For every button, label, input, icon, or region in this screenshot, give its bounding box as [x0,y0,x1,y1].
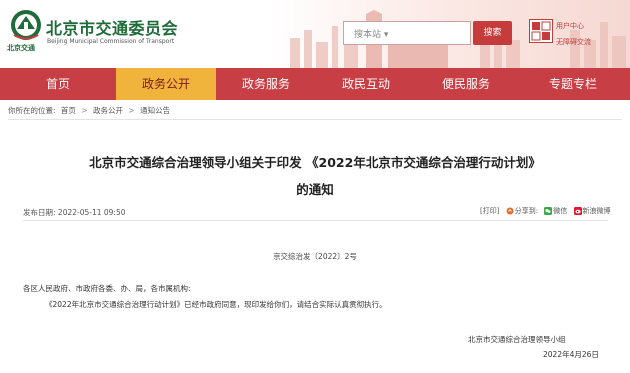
sign-date: 2022年4月26日 [543,350,599,359]
nav-item-home[interactable]: 首页 [0,68,116,100]
breadcrumb-item-gov-affairs[interactable]: 政务公开 [93,106,123,115]
wechat-share-button[interactable]: 微信 [544,206,567,216]
signer: 北京市交通综合治理领导小组 [468,335,566,344]
nav-item-special-topics[interactable]: 专题专栏 [516,68,630,100]
commission-logo-icon [11,10,41,40]
publish-date-value: 2022-05-11 09:50 [57,208,126,217]
article-title: 北京市交通综合治理领导小组关于印发 《2022年北京市交通综合治理行动计划》 的… [30,149,600,203]
org-name-en: Beijing Municipal Commission of Transpor… [47,38,175,45]
search-input[interactable]: 搜本站 ▾ [343,21,471,45]
accessibility-link[interactable]: 无障碍交流 [556,34,591,50]
breadcrumb: 你所在的位置: 首页 > 政务公开 > 通知公告 [8,105,173,116]
share-icon [506,207,514,215]
search-scope-select[interactable]: 搜本站 ▾ [354,27,388,40]
body-paragraph: 《2022年北京市交通综合治理行动计划》已经市政府同意，现印发给你们，请结合实际… [45,300,387,309]
meta-divider [23,220,608,221]
user-links: 用户中心 无障碍交流 [556,18,591,50]
document-number: 京交综治发〔2022〕2号 [273,252,357,261]
breadcrumb-separator: > [81,106,88,115]
breadcrumb-separator: > [128,106,135,115]
breadcrumb-divider [8,119,622,120]
user-center-link[interactable]: 用户中心 [556,18,591,34]
nav-item-public-services[interactable]: 便民服务 [416,68,516,100]
nav-item-interaction[interactable]: 政民互动 [316,68,416,100]
publish-date-label: 发布日期: [23,208,56,217]
publish-date: 发布日期: 2022-05-11 09:50 [23,207,126,218]
logo-caption: 北京交通 [7,44,35,52]
article-tools: [打印] 分享到: 微信 新浪微博 [476,206,611,216]
breadcrumb-prefix: 你所在的位置: [8,106,56,115]
weibo-icon [573,207,582,215]
search-button[interactable]: 搜索 [473,21,512,45]
wechat-icon [544,207,553,215]
beijing-badge-icon[interactable] [529,19,553,43]
nav-item-gov-services[interactable]: 政务服务 [216,68,316,100]
print-link[interactable]: [打印] [480,206,499,216]
share-label: 分享到: [506,206,538,216]
org-name-cn[interactable]: 北京市交通委员会 [46,15,178,39]
salutation: 各区人民政府、市政府各委、办、局，各市属机构: [23,284,191,293]
main-nav: 首页 政务公开 政务服务 政民互动 便民服务 专题专栏 [0,68,630,100]
breadcrumb-item-home[interactable]: 首页 [61,106,76,115]
breadcrumb-item-notices[interactable]: 通知公告 [140,106,170,115]
nav-item-gov-affairs-open[interactable]: 政务公开 [116,68,216,100]
article-title-line2: 的通知 [296,182,334,197]
site-header: 北京市交通委员会 Beijing Municipal Commission of… [0,0,630,68]
article-title-line1: 北京市交通综合治理领导小组关于印发 《2022年北京市交通综合治理行动计划》 [89,155,541,170]
weibo-share-button[interactable]: 新浪微博 [573,206,611,216]
